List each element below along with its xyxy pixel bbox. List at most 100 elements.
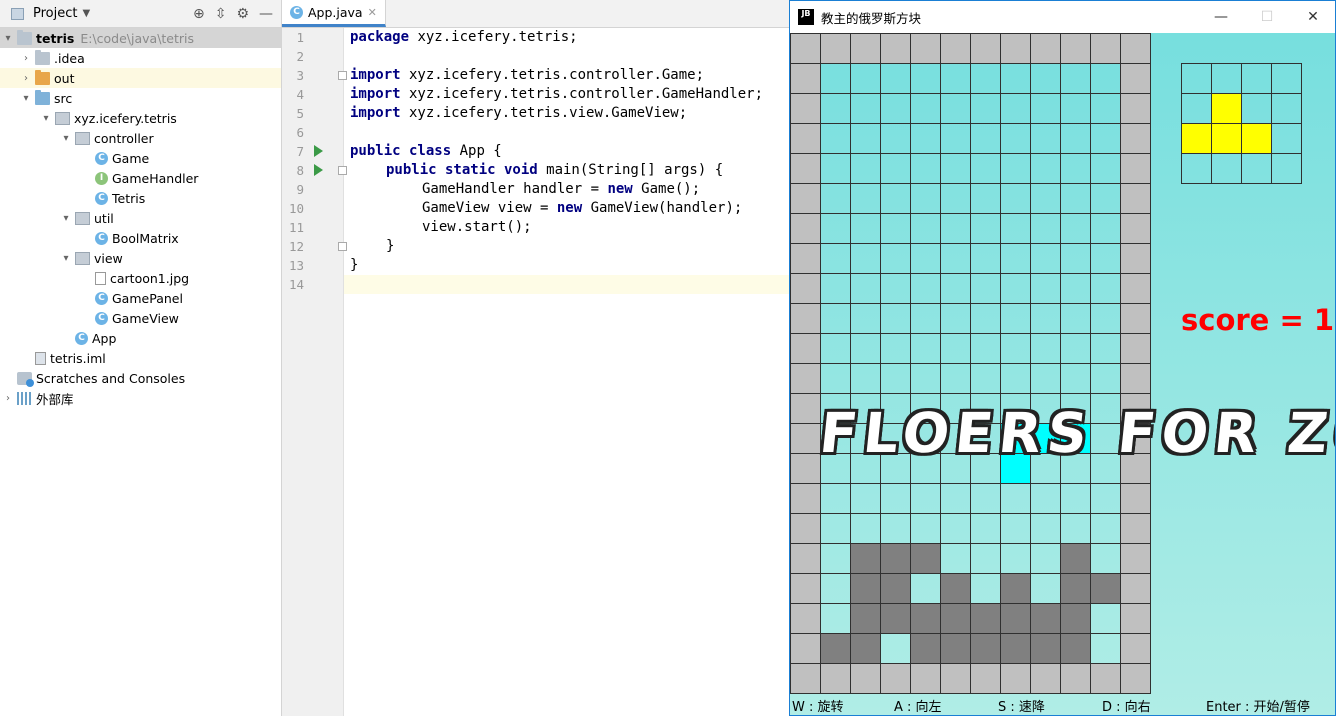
empty-cell	[1090, 363, 1121, 394]
falling-piece-cell	[1030, 423, 1061, 454]
code-text: xyz.icefery.tetris.view.GameView;	[400, 105, 688, 121]
expand-arrow-icon[interactable]: ▾	[20, 93, 32, 104]
gear-icon[interactable]: ⚙	[236, 6, 249, 22]
tree-item-idea[interactable]: › .idea	[0, 48, 281, 68]
fold-icon[interactable]	[338, 71, 347, 80]
empty-cell	[880, 333, 911, 364]
board-wall-cell	[1120, 243, 1151, 274]
empty-cell	[850, 63, 881, 94]
code-line: import xyz.icefery.tetris.controller.Gam…	[350, 66, 704, 85]
tree-item-iml[interactable]: tetris.iml	[0, 348, 281, 368]
tree-item-src[interactable]: ▾ src	[0, 88, 281, 108]
tree-item-label: Tetris	[112, 190, 146, 206]
board-wall-cell	[790, 273, 821, 304]
tree-item-package[interactable]: ▾ xyz.icefery.tetris	[0, 108, 281, 128]
scratches-icon	[17, 371, 34, 387]
tree-item-gamehandler[interactable]: I GameHandler	[0, 168, 281, 188]
code-line: }	[386, 238, 395, 254]
tree-item-cartoon1[interactable]: cartoon1.jpg	[0, 268, 281, 288]
stacked-block-cell	[1000, 573, 1031, 604]
code-text: GameView(handler);	[582, 200, 743, 216]
expand-arrow-icon[interactable]: ▾	[60, 253, 72, 264]
package-icon	[75, 211, 90, 225]
close-button[interactable]: ✕	[1290, 1, 1335, 33]
keyword: import	[350, 67, 401, 83]
tree-item-label: tetris.iml	[50, 350, 106, 366]
tree-item-label: tetris	[36, 30, 75, 46]
empty-cell	[820, 483, 851, 514]
tab-app-java[interactable]: C App.java ✕	[282, 0, 386, 27]
tree-item-tetris-class[interactable]: C Tetris	[0, 188, 281, 208]
empty-cell	[850, 363, 881, 394]
empty-cell	[820, 123, 851, 154]
image-file-icon	[95, 271, 106, 285]
empty-cell	[820, 513, 851, 544]
tree-item-label: xyz.icefery.tetris	[74, 110, 177, 126]
hide-icon[interactable]: —	[259, 6, 273, 22]
collapse-arrow-icon[interactable]: ›	[20, 73, 32, 84]
empty-cell	[1030, 273, 1061, 304]
empty-cell	[1090, 123, 1121, 154]
empty-cell	[940, 153, 971, 184]
board-wall-cell	[1120, 573, 1151, 604]
collapse-arrow-icon[interactable]: ›	[20, 53, 32, 64]
code-line: }	[350, 257, 359, 273]
class-icon: C	[95, 231, 108, 245]
run-gutter-icon[interactable]	[314, 145, 323, 157]
empty-cell	[1030, 93, 1061, 124]
line-number: 6	[296, 125, 304, 140]
board-wall-cell	[790, 633, 821, 664]
empty-cell	[1000, 393, 1031, 424]
board-wall-cell	[1120, 393, 1151, 424]
empty-cell	[880, 243, 911, 274]
tree-item-boolmatrix[interactable]: C BoolMatrix	[0, 228, 281, 248]
expand-arrow-icon[interactable]: ▾	[60, 213, 72, 224]
run-gutter-icon[interactable]	[314, 164, 323, 176]
maximize-button[interactable]: ☐	[1244, 1, 1290, 33]
empty-cell	[1090, 273, 1121, 304]
tree-item-tetris[interactable]: ▾ tetris E:\code\java\tetris	[0, 28, 281, 48]
tree-item-out[interactable]: › out	[0, 68, 281, 88]
empty-cell	[1000, 243, 1031, 274]
board-wall-cell	[1120, 303, 1151, 334]
empty-cell	[1030, 63, 1061, 94]
code-text: xyz.icefery.tetris;	[409, 29, 578, 45]
empty-cell	[970, 303, 1001, 334]
tree-item-gameview[interactable]: C GameView	[0, 308, 281, 328]
tree-item-util[interactable]: ▾ util	[0, 208, 281, 228]
expand-arrow-icon[interactable]: ▾	[60, 133, 72, 144]
tree-item-view[interactable]: ▾ view	[0, 248, 281, 268]
empty-cell	[1181, 153, 1212, 184]
stacked-block-cell	[850, 633, 881, 664]
empty-cell	[940, 93, 971, 124]
project-view-selector[interactable]: Project ▼	[0, 6, 90, 21]
minimize-button[interactable]: —	[1198, 1, 1244, 33]
expand-arrow-icon[interactable]: ▾	[40, 113, 52, 124]
editor-gutter: 1 2 3 4 5 6 7 8 9 10 11 12 13 14	[282, 28, 347, 716]
locate-icon[interactable]: ⊕	[193, 6, 205, 22]
window-title-bar[interactable]: JB 教主的俄罗斯方块 — ☐ ✕	[790, 1, 1335, 33]
tree-item-game[interactable]: C Game	[0, 148, 281, 168]
fold-icon[interactable]	[338, 166, 347, 175]
code-area[interactable]: package xyz.icefery.tetris; import xyz.i…	[350, 28, 794, 716]
tree-item-libraries[interactable]: › 外部库	[0, 388, 281, 408]
collapse-all-icon[interactable]: ⇳	[215, 6, 227, 22]
empty-cell	[1090, 333, 1121, 364]
empty-cell	[1030, 513, 1061, 544]
tree-item-scratches[interactable]: Scratches and Consoles	[0, 368, 281, 388]
board-wall-cell	[880, 663, 911, 694]
close-icon[interactable]: ✕	[368, 6, 377, 19]
empty-cell	[910, 123, 941, 154]
empty-cell	[1060, 243, 1091, 274]
tree-item-gamepanel[interactable]: C GamePanel	[0, 288, 281, 308]
collapse-arrow-icon[interactable]: ›	[2, 393, 14, 404]
empty-cell	[1090, 393, 1121, 424]
tree-item-app[interactable]: C App	[0, 328, 281, 348]
tree-item-controller[interactable]: ▾ controller	[0, 128, 281, 148]
stacked-block-cell	[940, 633, 971, 664]
fold-icon[interactable]	[338, 242, 347, 251]
empty-cell	[1060, 123, 1091, 154]
empty-cell	[820, 363, 851, 394]
expand-arrow-icon[interactable]: ▾	[2, 33, 14, 44]
empty-cell	[880, 633, 911, 664]
